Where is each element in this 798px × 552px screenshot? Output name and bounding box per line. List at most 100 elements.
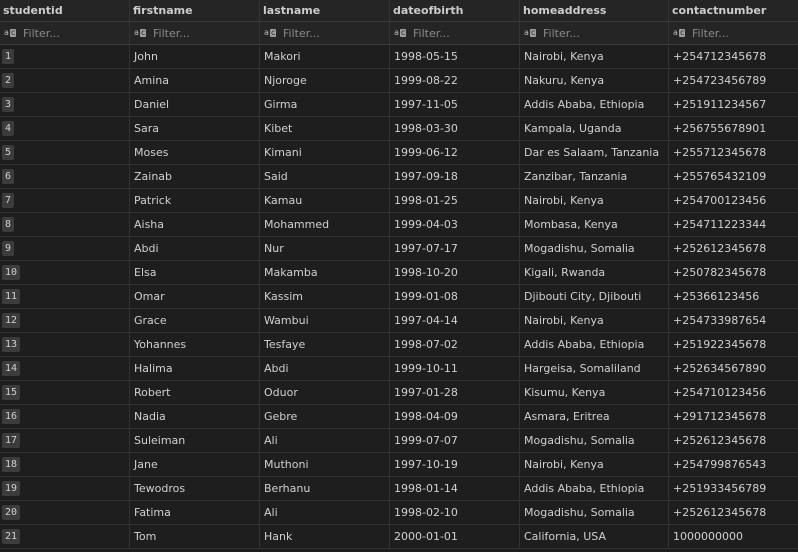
cell-contactnumber[interactable]: +254733987654 [669,309,798,332]
cell-dateofbirth[interactable]: 1998-04-09 [390,405,520,428]
filter-cell-lastname[interactable]: a c Filter... [260,22,390,44]
cell-contactnumber[interactable]: +251922345678 [669,333,798,356]
table-row[interactable]: 18 Jane Muthoni 1997-10-19 Nairobi, Kenya +25… [0,453,798,477]
cell-studentid[interactable]: 19 [0,477,130,500]
cell-firstname[interactable]: Patrick [130,189,260,212]
cell-homeaddress[interactable]: Kigali, Rwanda [520,261,669,284]
table-row[interactable]: 12 Grace Wambui 1997-04-14 Nairobi, Kenya +25… [0,309,798,333]
cell-firstname[interactable]: Abdi [130,237,260,260]
cell-lastname[interactable]: Girma [260,93,390,116]
filter-input[interactable]: Filter... [283,27,320,40]
cell-contactnumber[interactable]: +254711223344 [669,213,798,236]
cell-firstname[interactable]: Fatima [130,501,260,524]
cell-studentid[interactable]: 20 [0,501,130,524]
cell-studentid[interactable]: 5 [0,141,130,164]
cell-contactnumber[interactable]: +252612345678 [669,429,798,452]
table-row[interactable]: 1 John Makori 1998-05-15 Nairobi, Kenya +2547… [0,45,798,69]
cell-lastname[interactable]: Abdi [260,357,390,380]
column-header-homeaddress[interactable]: homeaddress [520,0,669,21]
cell-homeaddress[interactable]: Nairobi, Kenya [520,189,669,212]
cell-contactnumber[interactable]: +254799876543 [669,453,798,476]
cell-studentid[interactable]: 17 [0,429,130,452]
cell-contactnumber[interactable]: +254723456789 [669,69,798,92]
cell-studentid[interactable]: 21 [0,525,130,548]
cell-lastname[interactable]: Tesfaye [260,333,390,356]
cell-lastname[interactable]: Muthoni [260,453,390,476]
cell-lastname[interactable]: Mohammed [260,213,390,236]
cell-contactnumber[interactable]: +291712345678 [669,405,798,428]
cell-contactnumber[interactable]: +255765432109 [669,165,798,188]
cell-lastname[interactable]: Nur [260,237,390,260]
cell-lastname[interactable]: Ali [260,501,390,524]
cell-contactnumber[interactable]: +256755678901 [669,117,798,140]
filter-input[interactable]: Filter... [23,27,60,40]
table-row[interactable]: 13 Yohannes Tesfaye 1998-07-02 Addis Ababa, … [0,333,798,357]
cell-dateofbirth[interactable]: 1998-02-10 [390,501,520,524]
filter-cell-studentid[interactable]: a c Filter... [0,22,130,44]
filter-input[interactable]: Filter... [153,27,190,40]
cell-studentid[interactable]: 18 [0,453,130,476]
cell-homeaddress[interactable]: Nairobi, Kenya [520,309,669,332]
cell-firstname[interactable]: Moses [130,141,260,164]
table-row[interactable]: 9 Abdi Nur 1997-07-17 Mogadishu, Somalia +252… [0,237,798,261]
table-row[interactable]: 16 Nadia Gebre 1998-04-09 Asmara, Eritrea +29… [0,405,798,429]
cell-contactnumber[interactable]: +255712345678 [669,141,798,164]
cell-homeaddress[interactable]: Mogadishu, Somalia [520,429,669,452]
cell-lastname[interactable]: Gebre [260,405,390,428]
cell-homeaddress[interactable]: California, USA [520,525,669,548]
table-row[interactable]: 8 Aisha Mohammed 1999-04-03 Mombasa, Kenya +2… [0,213,798,237]
cell-studentid[interactable]: 15 [0,381,130,404]
cell-contactnumber[interactable]: +251933456789 [669,477,798,500]
cell-homeaddress[interactable]: Addis Ababa, Ethiopia [520,93,669,116]
cell-studentid[interactable]: 16 [0,405,130,428]
cell-homeaddress[interactable]: Mogadishu, Somalia [520,237,669,260]
cell-dateofbirth[interactable]: 2000-01-01 [390,525,520,548]
cell-firstname[interactable]: Omar [130,285,260,308]
cell-studentid[interactable]: 9 [0,237,130,260]
cell-contactnumber[interactable]: +252634567890 [669,357,798,380]
cell-lastname[interactable]: Kamau [260,189,390,212]
cell-firstname[interactable]: Aisha [130,213,260,236]
cell-firstname[interactable]: Sara [130,117,260,140]
cell-firstname[interactable]: Suleiman [130,429,260,452]
cell-dateofbirth[interactable]: 1998-01-25 [390,189,520,212]
cell-homeaddress[interactable]: Zanzibar, Tanzania [520,165,669,188]
cell-contactnumber[interactable]: +25366123456 [669,285,798,308]
cell-dateofbirth[interactable]: 1998-01-14 [390,477,520,500]
cell-homeaddress[interactable]: Addis Ababa, Ethiopia [520,477,669,500]
cell-lastname[interactable]: Oduor [260,381,390,404]
cell-dateofbirth[interactable]: 1998-10-20 [390,261,520,284]
table-row[interactable]: 19 Tewodros Berhanu 1998-01-14 Addis Ababa, … [0,477,798,501]
filter-cell-homeaddress[interactable]: a c Filter... [520,22,669,44]
cell-firstname[interactable]: John [130,45,260,68]
cell-firstname[interactable]: Elsa [130,261,260,284]
cell-firstname[interactable]: Tewodros [130,477,260,500]
cell-studentid[interactable]: 12 [0,309,130,332]
cell-dateofbirth[interactable]: 1997-04-14 [390,309,520,332]
column-header-lastname[interactable]: lastname [260,0,390,21]
cell-dateofbirth[interactable]: 1997-01-28 [390,381,520,404]
cell-homeaddress[interactable]: Mogadishu, Somalia [520,501,669,524]
cell-lastname[interactable]: Kassim [260,285,390,308]
cell-homeaddress[interactable]: Kampala, Uganda [520,117,669,140]
cell-homeaddress[interactable]: Djibouti City, Djibouti [520,285,669,308]
cell-lastname[interactable]: Makamba [260,261,390,284]
cell-studentid[interactable]: 7 [0,189,130,212]
cell-lastname[interactable]: Berhanu [260,477,390,500]
cell-firstname[interactable]: Amina [130,69,260,92]
cell-dateofbirth[interactable]: 1999-04-03 [390,213,520,236]
cell-homeaddress[interactable]: Addis Ababa, Ethiopia [520,333,669,356]
cell-contactnumber[interactable]: +252612345678 [669,501,798,524]
cell-homeaddress[interactable]: Nakuru, Kenya [520,69,669,92]
cell-firstname[interactable]: Halima [130,357,260,380]
cell-dateofbirth[interactable]: 1999-08-22 [390,69,520,92]
table-row[interactable]: 6 Zainab Said 1997-09-18 Zanzibar, Tanzania +… [0,165,798,189]
cell-homeaddress[interactable]: Mombasa, Kenya [520,213,669,236]
cell-lastname[interactable]: Njoroge [260,69,390,92]
table-row[interactable]: 15 Robert Oduor 1997-01-28 Kisumu, Kenya +254… [0,381,798,405]
cell-lastname[interactable]: Wambui [260,309,390,332]
cell-contactnumber[interactable]: +251911234567 [669,93,798,116]
cell-homeaddress[interactable]: Asmara, Eritrea [520,405,669,428]
cell-dateofbirth[interactable]: 1999-07-07 [390,429,520,452]
cell-dateofbirth[interactable]: 1998-07-02 [390,333,520,356]
